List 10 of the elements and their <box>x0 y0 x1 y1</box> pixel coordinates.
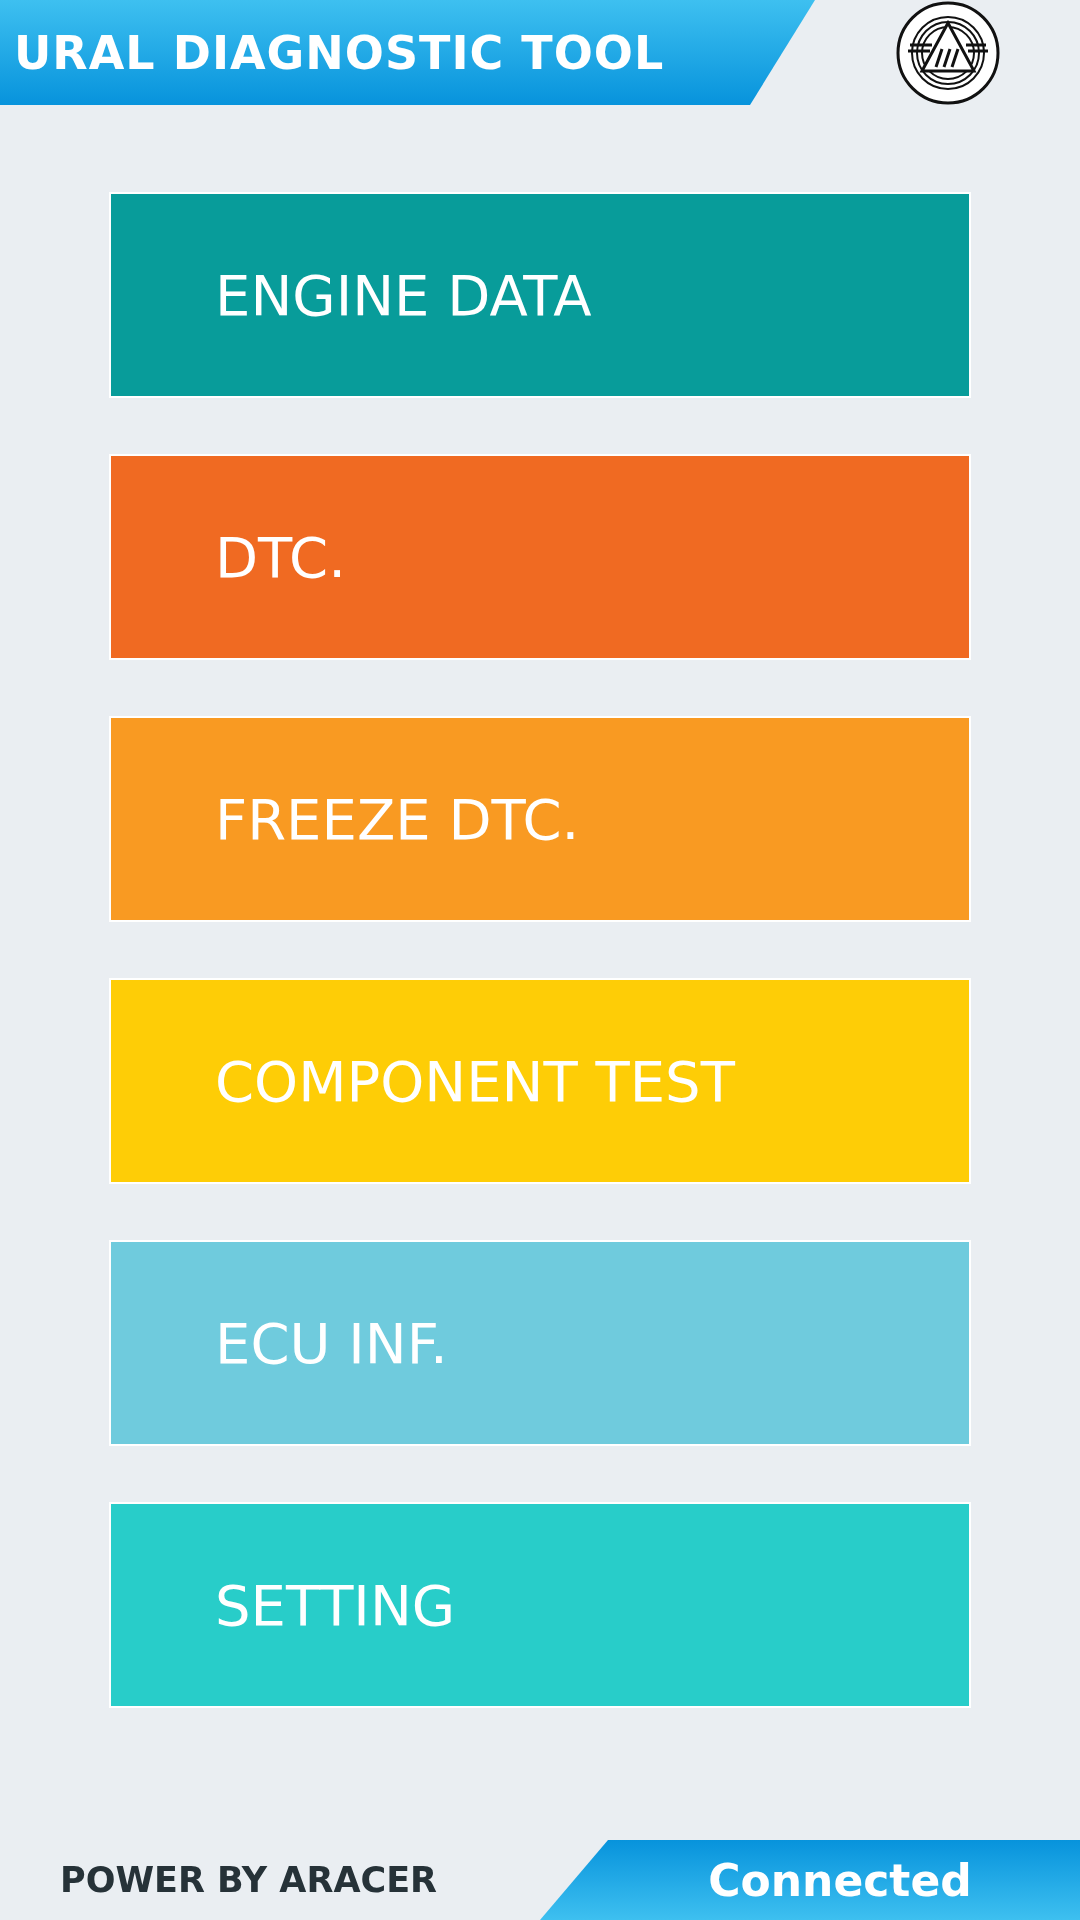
menu-button[interactable]: SETTING <box>109 1502 971 1708</box>
menu-button[interactable]: ENGINE DATA <box>109 192 971 398</box>
menu-button[interactable]: ECU INF. <box>109 1240 971 1446</box>
menu-button[interactable]: COMPONENT TEST <box>109 978 971 1184</box>
app-title: URAL DIAGNOSTIC TOOL <box>14 25 665 80</box>
credit-text: POWER BY ARACER <box>60 1860 438 1900</box>
connection-status: Connected <box>540 1840 1080 1920</box>
menu-button[interactable]: FREEZE DTC. <box>109 716 971 922</box>
menu-button[interactable]: DTC. <box>109 454 971 660</box>
emblem-logo-icon <box>896 0 1000 105</box>
